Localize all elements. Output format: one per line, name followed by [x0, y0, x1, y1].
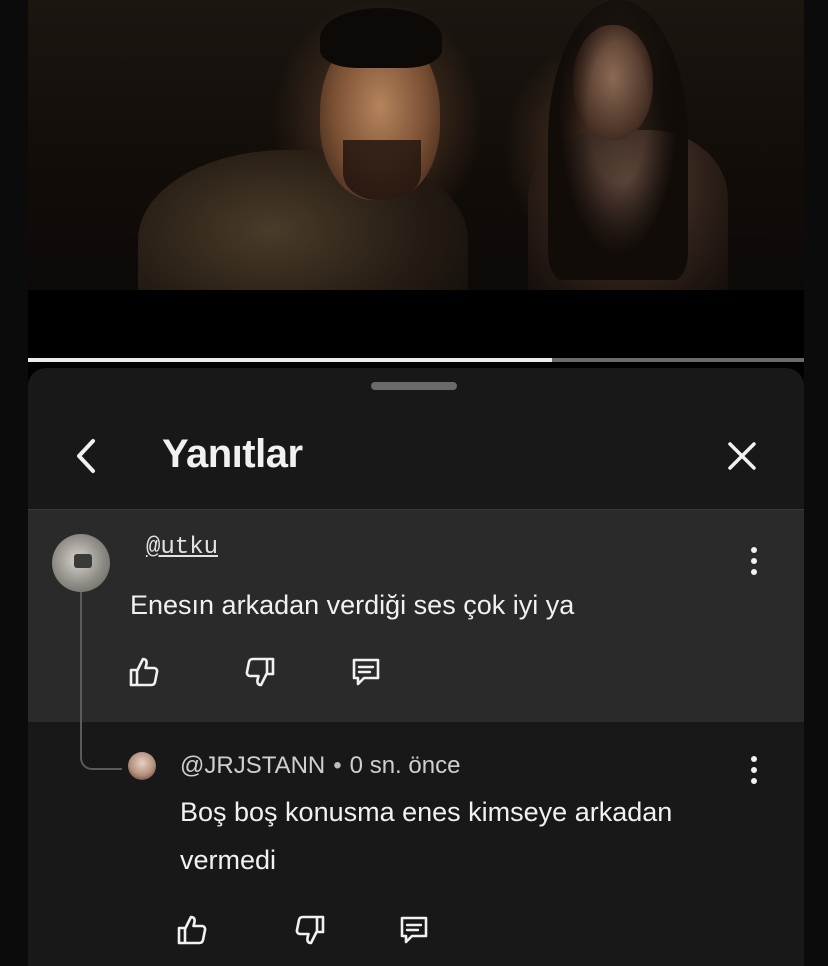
like-button[interactable]	[124, 652, 164, 692]
drag-handle[interactable]	[371, 382, 457, 390]
reply-meta: @JRJSTANN • 0 sn. önce	[180, 752, 460, 780]
thumbs-up-icon	[177, 915, 207, 945]
comment-text: Boş boş konusma enes kimseye arkadan ver…	[180, 797, 673, 875]
reply-thread-line	[80, 588, 122, 770]
replies-panel: Yanıtlar @utku Enesın arkadan verdiği se…	[28, 368, 804, 966]
thumbs-down-icon	[295, 915, 325, 945]
more-vertical-icon	[751, 756, 757, 784]
dislike-button[interactable]	[290, 910, 330, 950]
more-vertical-icon	[751, 547, 757, 575]
back-button[interactable]	[68, 436, 104, 476]
reply-button[interactable]	[394, 910, 434, 950]
more-options-button[interactable]	[742, 541, 766, 581]
thumbs-down-icon	[245, 657, 275, 687]
reply-icon	[400, 916, 428, 944]
panel-title: Yanıtlar	[162, 432, 303, 476]
reply-icon	[352, 658, 380, 686]
video-player[interactable]	[28, 0, 804, 290]
close-button[interactable]	[722, 436, 762, 476]
comment-author[interactable]: @utku	[146, 534, 218, 561]
video-figure-right-hair	[548, 0, 688, 280]
comment-author[interactable]: @JRJSTANN	[180, 752, 325, 779]
reply-button[interactable]	[346, 652, 386, 692]
close-icon	[728, 442, 756, 470]
more-options-button[interactable]	[742, 750, 766, 790]
thumbs-up-icon	[129, 657, 159, 687]
avatar[interactable]	[128, 752, 156, 780]
dislike-button[interactable]	[240, 652, 280, 692]
comment-text: Enesın arkadan verdiği ses çok iyi ya	[130, 590, 575, 620]
avatar[interactable]	[52, 534, 110, 592]
video-figure-left-beard	[343, 140, 421, 200]
video-progress-played	[28, 358, 552, 362]
video-figure-left-hair	[320, 8, 442, 68]
video-progress-bar[interactable]	[28, 358, 804, 362]
comment-timestamp: 0 sn. önce	[349, 752, 461, 779]
like-button[interactable]	[172, 910, 212, 950]
meta-separator: •	[333, 752, 342, 779]
app-frame: Yanıtlar @utku Enesın arkadan verdiği se…	[28, 0, 804, 966]
chevron-left-icon	[77, 439, 95, 473]
